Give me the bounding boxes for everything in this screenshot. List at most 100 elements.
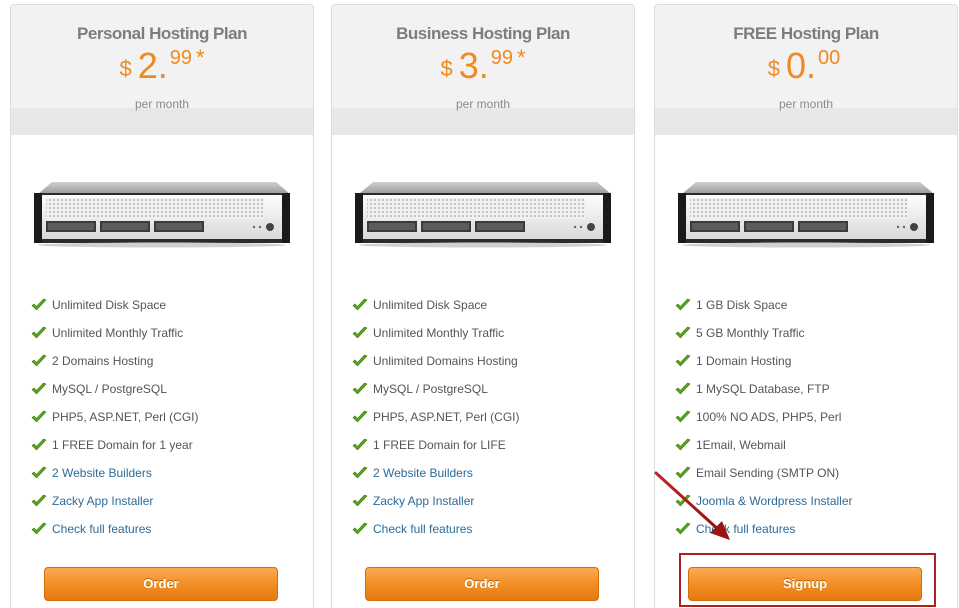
feature-label[interactable]: Check full features	[52, 522, 151, 536]
price-decimal: 00	[818, 47, 841, 69]
feature-link[interactable]: 2 Website Builders	[352, 459, 520, 487]
feature-label: Unlimited Monthly Traffic	[52, 326, 184, 340]
price-asterisk: *	[195, 45, 205, 70]
feature-item: 1 Domain Hosting	[675, 347, 853, 375]
price-asterisk: *	[516, 45, 526, 70]
feature-label: 100% NO ADS, PHP5, Perl	[696, 410, 842, 424]
check-icon	[352, 298, 373, 312]
check-icon	[675, 410, 696, 424]
feature-item: MySQL / PostgreSQL	[31, 375, 199, 403]
feature-label: 1 FREE Domain for 1 year	[52, 438, 193, 452]
feature-label[interactable]: Check full features	[373, 522, 472, 536]
price-integer: 2.	[137, 45, 168, 86]
server-rack-image	[678, 182, 934, 248]
feature-link[interactable]: Zacky App Installer	[352, 487, 520, 515]
check-icon	[352, 438, 373, 452]
feature-label[interactable]: 2 Website Builders	[52, 466, 152, 480]
pricing-card-header: FREE Hosting Plan $0. 00 per month	[655, 5, 957, 135]
red-arrow-icon	[654, 471, 730, 540]
feature-item: 5 GB Monthly Traffic	[675, 319, 853, 347]
feature-label: 5 GB Monthly Traffic	[696, 326, 805, 340]
pricing-card-1: Business Hosting Plan $3.99* per month	[331, 4, 635, 608]
check-icon	[352, 354, 373, 368]
feature-label: PHP5, ASP.NET, Perl (CGI)	[373, 410, 520, 424]
check-icon	[352, 466, 373, 480]
feature-label: 1 MySQL Database, FTP	[696, 382, 830, 396]
feature-label: 1 GB Disk Space	[696, 298, 788, 312]
check-icon	[675, 354, 696, 368]
header-divider	[332, 108, 634, 135]
feature-label: 1 FREE Domain for LIFE	[373, 438, 506, 452]
feature-item: Unlimited Monthly Traffic	[352, 319, 520, 347]
feature-item: 100% NO ADS, PHP5, Perl	[675, 403, 853, 431]
plan-title: FREE Hosting Plan	[733, 24, 879, 43]
check-icon	[352, 410, 373, 424]
price-integer: 3.	[458, 45, 489, 86]
pricing-card-header: Business Hosting Plan $3. 99 * per month	[332, 5, 634, 135]
check-icon	[352, 326, 373, 340]
check-icon	[352, 382, 373, 396]
feature-item: Unlimited Disk Space	[352, 291, 520, 319]
price-decimal: 99	[490, 47, 513, 69]
price-period: per month	[778, 97, 834, 111]
feature-item: 1 GB Disk Space	[675, 291, 853, 319]
plan-price: $3. 99 *	[332, 45, 634, 87]
feature-link[interactable]: Check full features	[352, 515, 520, 543]
feature-link[interactable]: 2 Website Builders	[31, 459, 199, 487]
check-icon	[31, 410, 52, 424]
feature-label[interactable]: Zacky App Installer	[373, 494, 474, 508]
header-divider	[655, 108, 957, 135]
check-icon	[31, 466, 52, 480]
check-icon	[675, 382, 696, 396]
check-icon	[31, 354, 52, 368]
feature-item: MySQL / PostgreSQL	[352, 375, 520, 403]
feature-item: PHP5, ASP.NET, Perl (CGI)	[31, 403, 199, 431]
price-decimal: 99	[169, 47, 192, 69]
check-icon	[675, 438, 696, 452]
price-currency: $	[767, 56, 780, 81]
check-icon	[352, 494, 373, 508]
feature-item: PHP5, ASP.NET, Perl (CGI)	[352, 403, 520, 431]
feature-label[interactable]: Zacky App Installer	[52, 494, 153, 508]
check-icon	[31, 494, 52, 508]
feature-list: Unlimited Disk Space Unlimited Monthly Tr…	[31, 291, 199, 543]
check-icon	[352, 522, 373, 536]
feature-link[interactable]: Check full features	[31, 515, 199, 543]
check-icon	[31, 298, 52, 312]
price-currency: $	[119, 56, 132, 81]
feature-item: 1Email, Webmail	[675, 431, 853, 459]
order-button[interactable]: Order	[365, 567, 599, 601]
check-icon	[31, 382, 52, 396]
price-currency: $	[440, 56, 453, 81]
feature-item: 1 FREE Domain for LIFE	[352, 431, 520, 459]
feature-item: Unlimited Disk Space	[31, 291, 199, 319]
feature-item: 2 Domains Hosting	[31, 347, 199, 375]
check-icon	[31, 326, 52, 340]
feature-label: PHP5, ASP.NET, Perl (CGI)	[52, 410, 199, 424]
server-rack-image	[355, 182, 611, 248]
price-period: per month	[134, 97, 190, 111]
feature-label: Unlimited Disk Space	[52, 298, 167, 312]
feature-label: MySQL / PostgreSQL	[52, 382, 167, 396]
price-integer: 0.	[785, 45, 817, 86]
feature-label: Unlimited Monthly Traffic	[373, 326, 505, 340]
plan-price: $0. 00	[655, 45, 957, 87]
feature-item: 1 MySQL Database, FTP	[675, 375, 853, 403]
check-icon	[675, 298, 696, 312]
feature-item: Unlimited Domains Hosting	[352, 347, 520, 375]
feature-label: Unlimited Domains Hosting	[373, 354, 518, 368]
feature-list: Unlimited Disk Space Unlimited Monthly Tr…	[352, 291, 520, 543]
header-divider	[11, 108, 313, 135]
feature-label: 1 Domain Hosting	[696, 354, 792, 368]
order-button[interactable]: Order	[44, 567, 278, 601]
check-icon	[31, 438, 52, 452]
feature-item: Unlimited Monthly Traffic	[31, 319, 199, 347]
feature-link[interactable]: Zacky App Installer	[31, 487, 199, 515]
price-period: per month	[455, 97, 511, 111]
feature-label: MySQL / PostgreSQL	[373, 382, 488, 396]
signup-highlight-box	[679, 553, 936, 607]
feature-label: 1Email, Webmail	[696, 438, 786, 452]
check-icon	[675, 326, 696, 340]
feature-label[interactable]: 2 Website Builders	[373, 466, 473, 480]
plan-title: Personal Hosting Plan	[77, 24, 247, 43]
